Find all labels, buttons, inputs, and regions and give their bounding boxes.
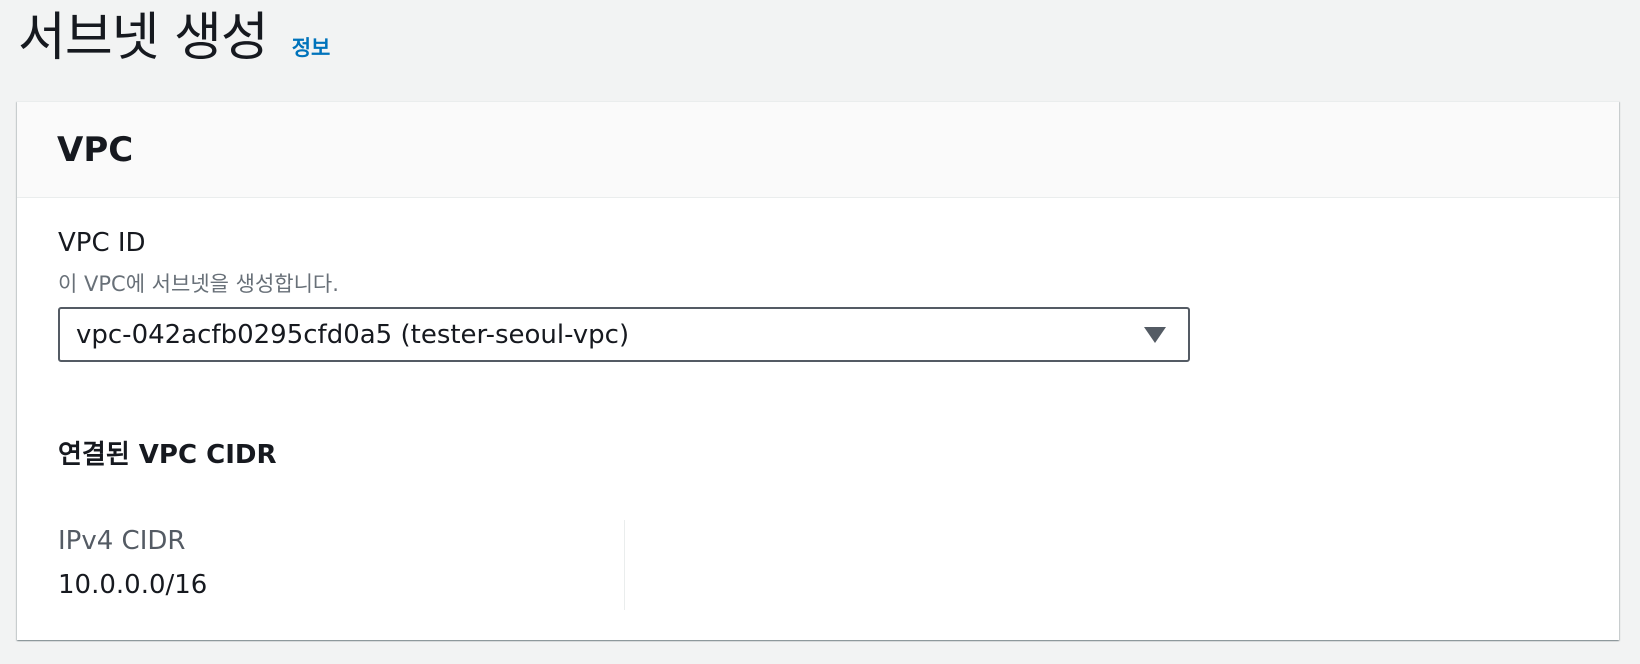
page-title: 서브넷 생성: [18, 8, 269, 68]
vpc-id-description: 이 VPC에 서브넷을 생성합니다.: [58, 272, 339, 296]
associated-cidr-heading: 연결된 VPC CIDR: [58, 440, 277, 470]
info-link[interactable]: 정보: [292, 32, 331, 62]
ipv4-cidr-value: 10.0.0.0/16: [58, 570, 208, 600]
vpc-id-select-value: vpc-042acfb0295cfd0a5 (tester-seoul-vpc): [76, 319, 630, 350]
column-divider: [624, 520, 625, 610]
vpc-card-title: VPC: [57, 129, 134, 170]
caret-down-icon: [1144, 327, 1166, 343]
ipv4-cidr-label: IPv4 CIDR: [58, 526, 186, 556]
vpc-card-header: VPC: [17, 102, 1619, 198]
vpc-card: VPC VPC ID 이 VPC에 서브넷을 생성합니다. vpc-042acf…: [17, 101, 1619, 640]
vpc-id-select[interactable]: vpc-042acfb0295cfd0a5 (tester-seoul-vpc): [58, 307, 1190, 362]
vpc-id-label: VPC ID: [58, 228, 146, 258]
page-header: 서브넷 생성 정보: [18, 6, 330, 70]
